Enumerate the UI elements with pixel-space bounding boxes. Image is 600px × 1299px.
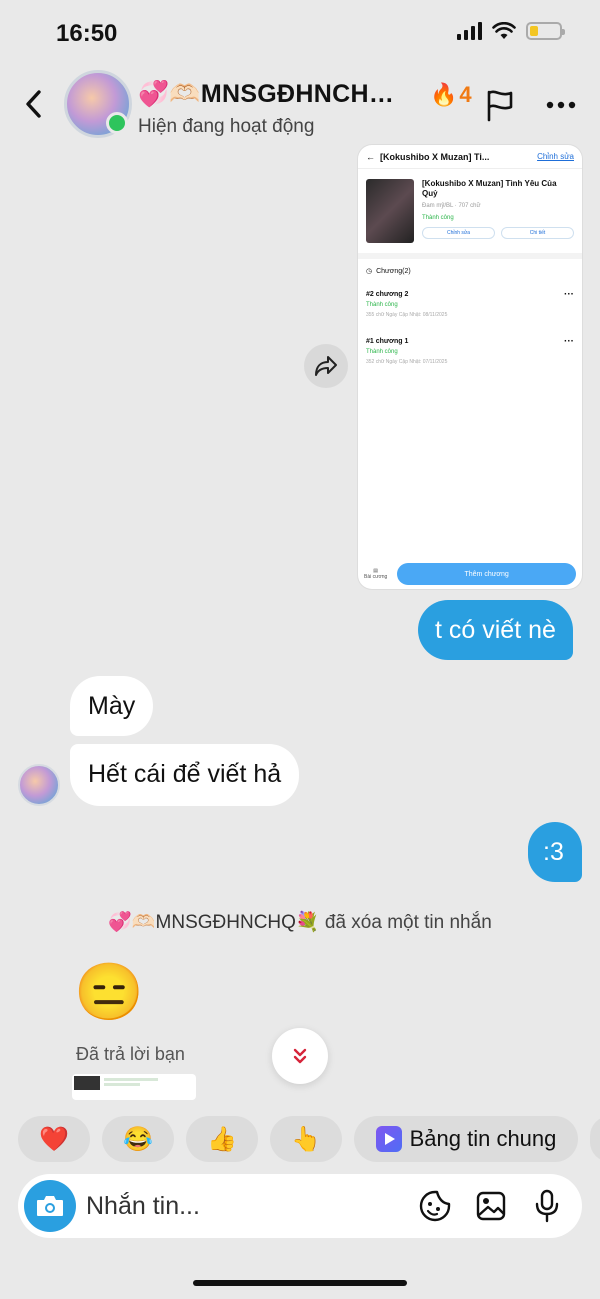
shared-card-footer: ▤ Bài cương Thêm chương: [358, 559, 582, 589]
shared-card-edit: Chỉnh sửa: [537, 152, 574, 161]
sender-avatar[interactable]: [18, 764, 60, 806]
chapter-item: #2 chương 2 Thành công 355 chữ Ngày Cập …: [366, 289, 574, 318]
system-note-action: đã xóa một tin nhắn: [319, 912, 492, 933]
shared-board-button[interactable]: Bảng tin chung: [354, 1116, 578, 1162]
more-icon: ···: [564, 289, 574, 300]
forward-button[interactable]: [304, 344, 348, 388]
home-indicator: [193, 1280, 407, 1286]
streak-badge[interactable]: 🔥 4: [430, 82, 472, 108]
add-chapter-button: Thêm chương: [397, 563, 576, 585]
sticker-icon: [419, 1190, 451, 1222]
incoming-message[interactable]: Mày: [70, 676, 154, 736]
share-icon: [315, 356, 337, 376]
story-summary: [Kokushibo X Muzan] Tình Yêu Của Quỷ Đam…: [358, 169, 582, 253]
camera-button[interactable]: [24, 1180, 76, 1232]
clock-icon: ◷: [366, 268, 373, 275]
story-detail-button: Chi tiết: [501, 227, 574, 239]
shared-card-title: [Kokushibo X Muzan] Ti...: [380, 151, 490, 162]
incoming-message[interactable]: Hết cái để viết hả: [70, 744, 300, 806]
status-icons: [457, 22, 565, 40]
reply-label: Đã trả lời bạn: [76, 1044, 185, 1064]
status-time: 16:50: [56, 20, 118, 47]
camera-icon: [37, 1196, 63, 1216]
chat-header: 💞🫶🏻MNSGĐHNCH… Hiện đang hoạt động 🔥 4: [0, 66, 600, 144]
system-note-name: 💞🫶🏻MNSGĐHNCHQ💐: [108, 912, 320, 933]
shared-board-label: Bảng tin chung: [409, 1126, 557, 1151]
chevron-left-icon: [26, 90, 41, 118]
sticker-button[interactable]: [418, 1189, 452, 1223]
story-cover: [366, 179, 414, 243]
fire-icon: 🔥: [430, 82, 458, 107]
status-bar: 16:50: [0, 0, 600, 66]
outline-label: ▤ Bài cương: [364, 568, 388, 580]
shared-screenshot-message[interactable]: ← [Kokushibo X Muzan] Ti... Chỉnh sửa [K…: [358, 145, 582, 589]
story-meta: Đam mỹ/BL · 707 chữ: [422, 203, 481, 209]
arrow-left-icon: ←: [366, 151, 381, 162]
deleted-message-notice: 💞🫶🏻MNSGĐHNCHQ💐 đã xóa một tin nhắn: [0, 910, 600, 934]
chapter-item: #1 chương 1 Thành công 352 chữ Ngày Cập …: [366, 336, 574, 365]
story-edit-button: Chỉnh sửa: [422, 227, 495, 239]
quick-reply-laugh[interactable]: 😂: [102, 1116, 174, 1162]
message-input[interactable]: [86, 1188, 396, 1224]
outgoing-message[interactable]: t có viết nè: [418, 600, 573, 660]
battery-icon: [526, 22, 565, 40]
wifi-icon: [492, 22, 516, 39]
more-options-button[interactable]: [544, 88, 578, 122]
story-status: Thành công: [422, 215, 454, 221]
voice-button[interactable]: [530, 1189, 564, 1223]
emoji-message[interactable]: 😑: [74, 960, 144, 1024]
quick-reply-point-up[interactable]: 👆: [270, 1116, 342, 1162]
outgoing-message[interactable]: :3: [528, 822, 582, 882]
image-icon: [476, 1191, 506, 1221]
microphone-icon: [535, 1189, 559, 1223]
more-icon: ···: [564, 336, 574, 347]
reply-preview[interactable]: [72, 1074, 196, 1100]
streak-count: 4: [459, 82, 472, 107]
double-chevron-down-icon: [293, 1048, 307, 1064]
board-icon: [375, 1126, 402, 1152]
contact-status: Hiện đang hoạt động: [138, 116, 315, 137]
flag-icon: [487, 90, 513, 122]
more-icon: [546, 101, 576, 109]
contact-name[interactable]: 💞🫶🏻MNSGĐHNCH…: [138, 80, 394, 109]
story-title: [Kokushibo X Muzan] Tình Yêu Của Quỷ: [422, 179, 557, 198]
quick-reply-bar: ❤️ 😂 👍 👆 Bảng tin chung: [0, 1116, 600, 1164]
online-indicator: [106, 112, 128, 134]
flag-button[interactable]: [484, 88, 516, 122]
scroll-to-bottom-button[interactable]: [272, 1028, 328, 1084]
shared-card-header: ← [Kokushibo X Muzan] Ti... Chỉnh sửa: [358, 145, 582, 169]
message-composer: [18, 1174, 582, 1238]
signal-icon: [457, 22, 482, 40]
quick-reply-heart[interactable]: ❤️: [18, 1116, 90, 1162]
quick-reply-more[interactable]: [590, 1116, 600, 1162]
back-button[interactable]: [18, 86, 48, 122]
quick-reply-thumbs-up[interactable]: 👍: [186, 1116, 258, 1162]
chapters-header: ◷ Chương(2): [366, 267, 411, 276]
gallery-button[interactable]: [474, 1189, 508, 1223]
